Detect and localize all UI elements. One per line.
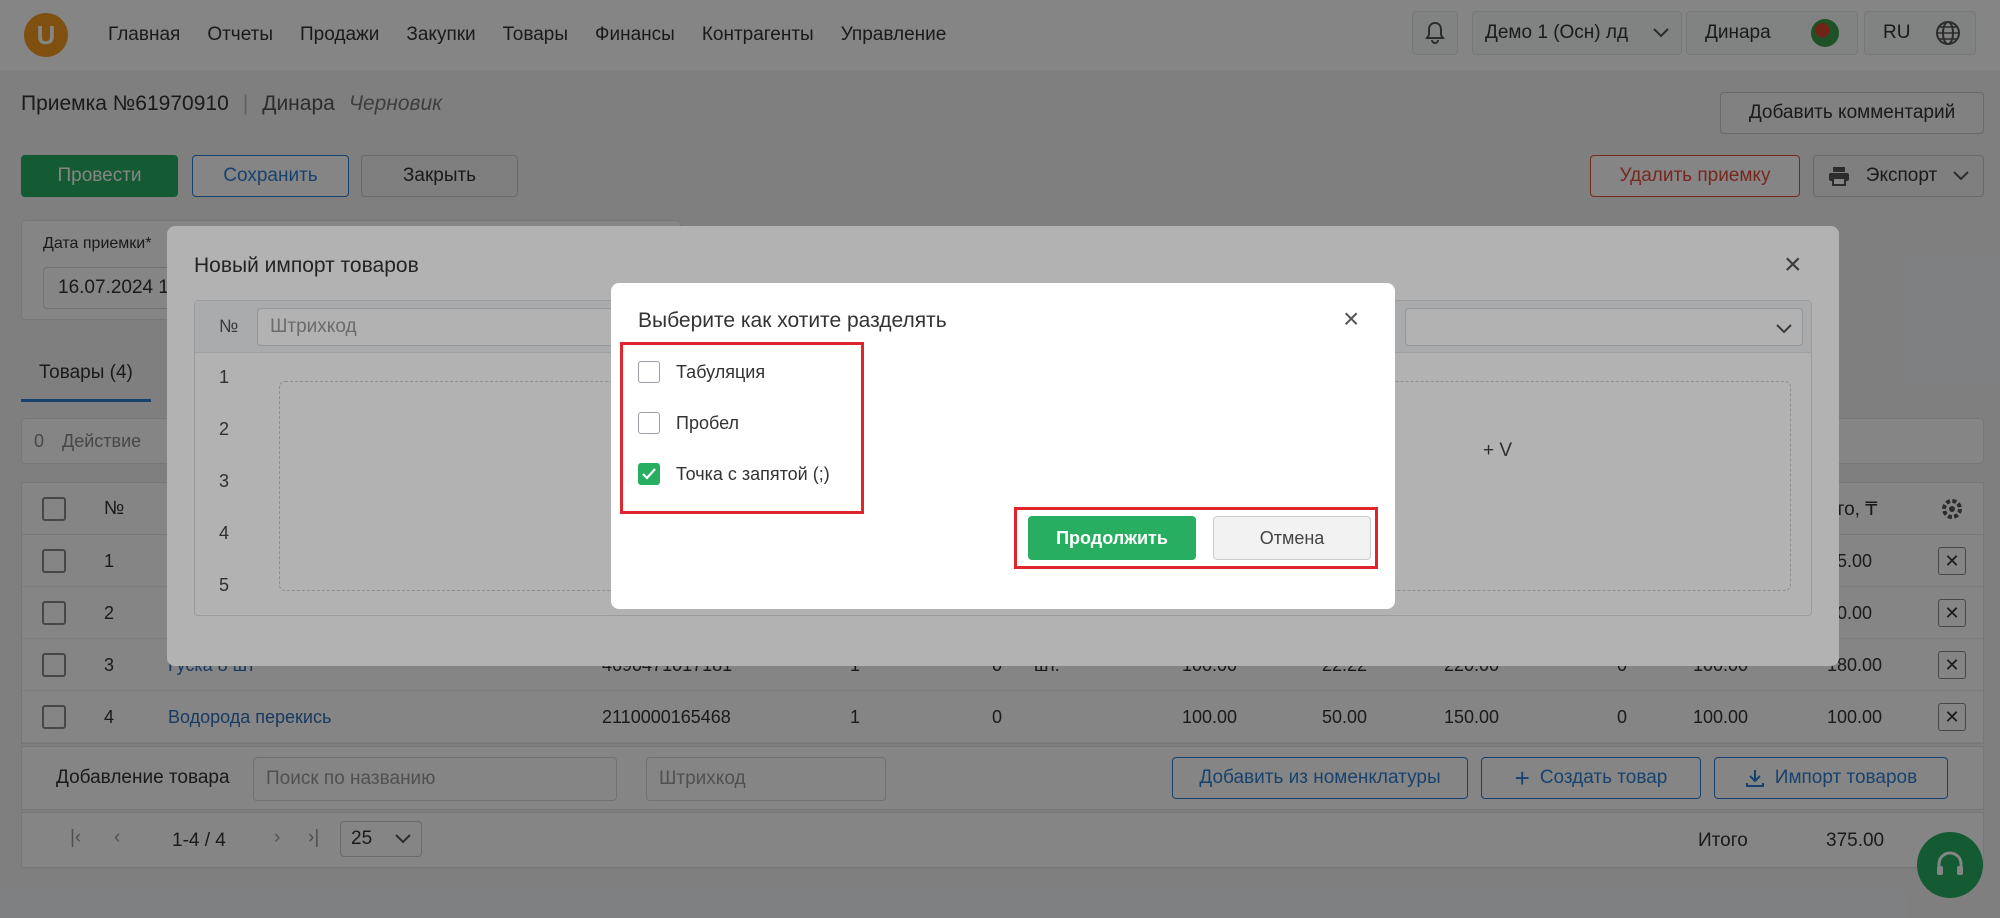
- close-icon[interactable]: ×: [1343, 303, 1359, 335]
- buttons-highlight-frame: [1014, 507, 1378, 569]
- options-highlight-frame: [620, 342, 864, 514]
- separator-dialog-title: Выберите как хотите разделять: [638, 309, 947, 332]
- separator-dialog: Выберите как хотите разделять × Табуляци…: [611, 283, 1395, 609]
